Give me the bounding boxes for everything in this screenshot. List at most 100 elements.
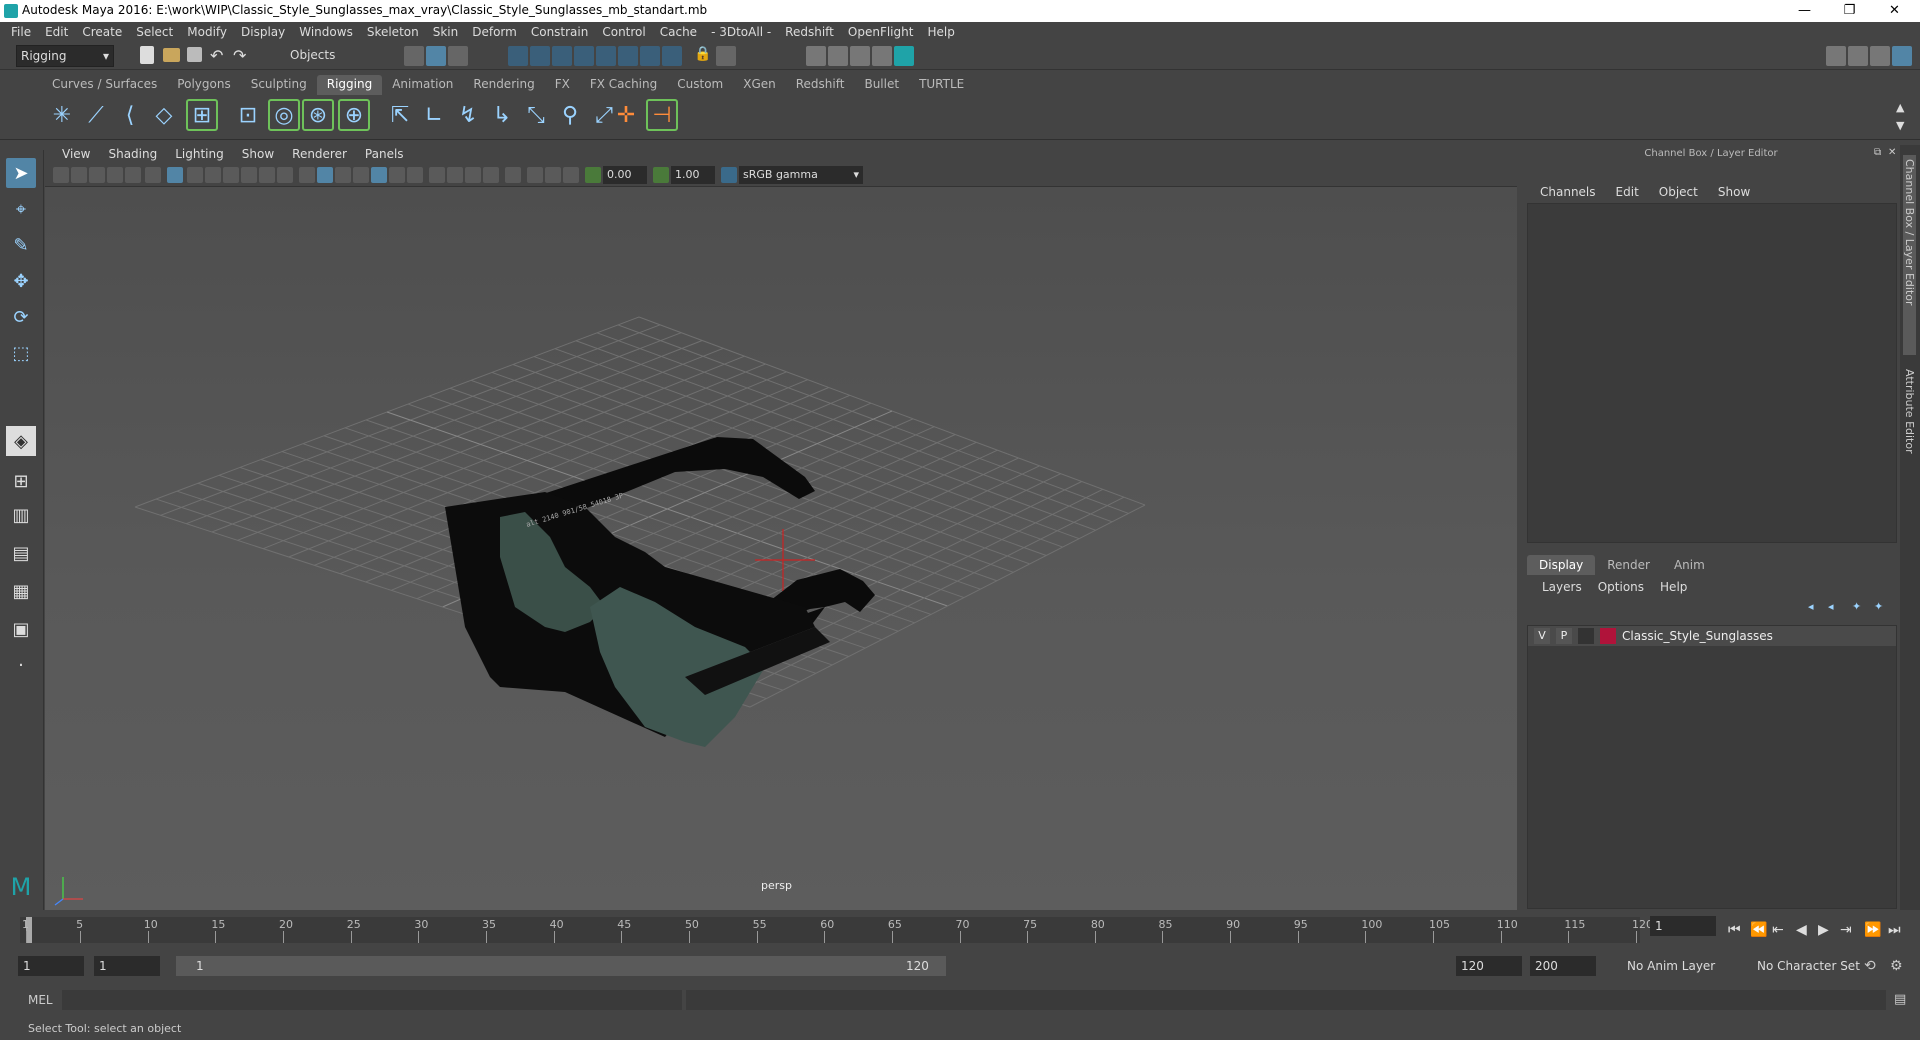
- camera-attributes-icon[interactable]: [71, 167, 87, 183]
- bind-skin-icon[interactable]: ⊡: [232, 99, 264, 131]
- single-perspective-layout-icon[interactable]: ◈: [6, 426, 36, 456]
- ik-handle-icon[interactable]: ⟋: [80, 99, 112, 131]
- select-tool-icon[interactable]: ➤: [6, 158, 36, 188]
- viewport-menu-lighting[interactable]: Lighting: [166, 147, 233, 161]
- layer-menu-layers[interactable]: Layers: [1534, 580, 1590, 594]
- layer-tab-anim[interactable]: Anim: [1662, 555, 1717, 575]
- menu-skin[interactable]: Skin: [426, 25, 466, 39]
- play-forwards-icon[interactable]: ▶: [1818, 922, 1829, 938]
- channel-box-side-tab[interactable]: Channel Box / Layer Editor: [1903, 155, 1916, 355]
- shelf-tab-sculpting[interactable]: Sculpting: [241, 75, 317, 95]
- shelf-scroll-down-icon[interactable]: ▼: [1896, 119, 1916, 139]
- four-view-layout-icon[interactable]: ⊞: [6, 466, 36, 496]
- color-space-dropdown[interactable]: sRGB gamma ▾: [739, 166, 863, 184]
- render-settings-icon[interactable]: [850, 46, 870, 66]
- xray-icon[interactable]: [527, 167, 543, 183]
- save-scene-icon[interactable]: [187, 47, 202, 62]
- wireframe-icon[interactable]: [299, 167, 315, 183]
- viewport-menu-view[interactable]: View: [53, 147, 99, 161]
- channel-box-area[interactable]: [1527, 203, 1897, 543]
- xray-active-components-icon[interactable]: [545, 167, 561, 183]
- gate-mask-icon[interactable]: [223, 167, 239, 183]
- point-constraint-icon[interactable]: ⇱: [384, 99, 416, 131]
- tool-settings-toggle-icon[interactable]: [1870, 46, 1890, 66]
- close-panel-icon[interactable]: ✕: [1888, 147, 1896, 158]
- depth-of-field-icon[interactable]: [483, 167, 499, 183]
- menu-modify[interactable]: Modify: [180, 25, 234, 39]
- layer-visibility-toggle[interactable]: V: [1534, 628, 1550, 644]
- menu-cache[interactable]: Cache: [653, 25, 704, 39]
- shelf-tab-animation[interactable]: Animation: [382, 75, 463, 95]
- menu-set-dropdown[interactable]: Rigging ▾: [16, 45, 114, 67]
- paint-weights-icon[interactable]: ◎: [268, 99, 300, 131]
- snap-plane-icon[interactable]: [574, 46, 594, 66]
- scale-constraint-icon[interactable]: ⤡: [520, 99, 552, 131]
- shelf-tab-rigging[interactable]: Rigging: [316, 75, 383, 95]
- layer-tab-render[interactable]: Render: [1595, 555, 1662, 575]
- anim-layer-dropdown[interactable]: No Anim Layer: [1622, 956, 1740, 976]
- command-input[interactable]: [62, 990, 682, 1010]
- move-layer-up-icon[interactable]: ◂: [1808, 600, 1814, 613]
- persp-graph-layout-icon[interactable]: ▤: [6, 538, 36, 568]
- lattice-icon[interactable]: ⊛: [302, 99, 334, 131]
- hypershade-layout-icon[interactable]: ▦: [6, 576, 36, 606]
- shelf-tab-curves-surfaces[interactable]: Curves / Surfaces: [42, 75, 167, 95]
- playback-end-field[interactable]: 120: [1456, 956, 1522, 976]
- 3d-scene[interactable]: alt 2140 901/58 54018 3P persp: [45, 187, 1517, 910]
- camera-near-clip-icon[interactable]: [585, 167, 601, 183]
- menu-display[interactable]: Display: [234, 25, 292, 39]
- viewport-menu-show[interactable]: Show: [233, 147, 283, 161]
- render-frame-icon[interactable]: [806, 46, 826, 66]
- snap-point-icon[interactable]: [552, 46, 572, 66]
- isolate-select-icon[interactable]: [505, 167, 521, 183]
- scale-tool-icon[interactable]: ⬚: [6, 338, 36, 368]
- near-clip-field[interactable]: 0.00: [603, 166, 647, 184]
- use-all-lights-icon[interactable]: [389, 167, 405, 183]
- layer-display-type[interactable]: [1578, 628, 1594, 644]
- auto-key-icon[interactable]: ⟲: [1864, 958, 1876, 974]
- mel-label[interactable]: MEL: [28, 993, 53, 1007]
- grid-toggle-icon[interactable]: [167, 167, 183, 183]
- anti-aliasing-icon[interactable]: [465, 167, 481, 183]
- textured-icon[interactable]: [371, 167, 387, 183]
- open-scene-icon[interactable]: [163, 48, 180, 62]
- layer-menu-help[interactable]: Help: [1652, 580, 1695, 594]
- menu-windows[interactable]: Windows: [292, 25, 360, 39]
- layer-color-swatch[interactable]: [1600, 628, 1616, 644]
- channel-menu-object[interactable]: Object: [1649, 185, 1708, 199]
- menu-deform[interactable]: Deform: [465, 25, 524, 39]
- rotate-tool-icon[interactable]: ⟳: [6, 302, 36, 332]
- channel-menu-show[interactable]: Show: [1708, 185, 1760, 199]
- xray-joints-icon[interactable]: [563, 167, 579, 183]
- safe-action-icon[interactable]: [259, 167, 275, 183]
- grease-pencil-icon[interactable]: [145, 167, 161, 183]
- layer-name[interactable]: Classic_Style_Sunglasses: [1622, 629, 1773, 643]
- animation-preferences-icon[interactable]: ⚙: [1890, 958, 1903, 974]
- step-forward-frame-icon[interactable]: ⏩: [1864, 922, 1881, 938]
- minimize-button[interactable]: —: [1782, 0, 1827, 22]
- viewport-menu-shading[interactable]: Shading: [99, 147, 166, 161]
- select-by-component-icon[interactable]: [448, 46, 468, 66]
- field-chart-icon[interactable]: [241, 167, 257, 183]
- default-material-icon[interactable]: [335, 167, 351, 183]
- ik-spline-icon[interactable]: ⟨: [114, 99, 146, 131]
- parent-constraint-icon[interactable]: ↳: [486, 99, 518, 131]
- viewport-menu-panels[interactable]: Panels: [356, 147, 413, 161]
- shelf-tab-bullet[interactable]: Bullet: [854, 75, 909, 95]
- menu-create[interactable]: Create: [75, 25, 129, 39]
- image-plane-icon[interactable]: [107, 167, 123, 183]
- redo-icon[interactable]: ↷: [233, 46, 253, 66]
- smooth-shade-icon[interactable]: [317, 167, 333, 183]
- attribute-editor-toggle-icon[interactable]: [1848, 46, 1868, 66]
- locator-icon[interactable]: ✛: [610, 99, 642, 131]
- range-slider-bar[interactable]: 1 120: [176, 956, 946, 976]
- select-by-object-icon[interactable]: [426, 46, 446, 66]
- step-back-key-icon[interactable]: ⇤: [1772, 922, 1784, 938]
- channel-menu-edit[interactable]: Edit: [1606, 185, 1649, 199]
- help-snap-icon[interactable]: [662, 46, 682, 66]
- symmetry-icon[interactable]: [716, 46, 736, 66]
- orient-constraint-icon[interactable]: ∟: [418, 99, 450, 131]
- pole-vector-icon[interactable]: ⚲: [554, 99, 586, 131]
- lock-icon[interactable]: 🔒: [694, 46, 714, 66]
- snap-live-icon[interactable]: [640, 46, 660, 66]
